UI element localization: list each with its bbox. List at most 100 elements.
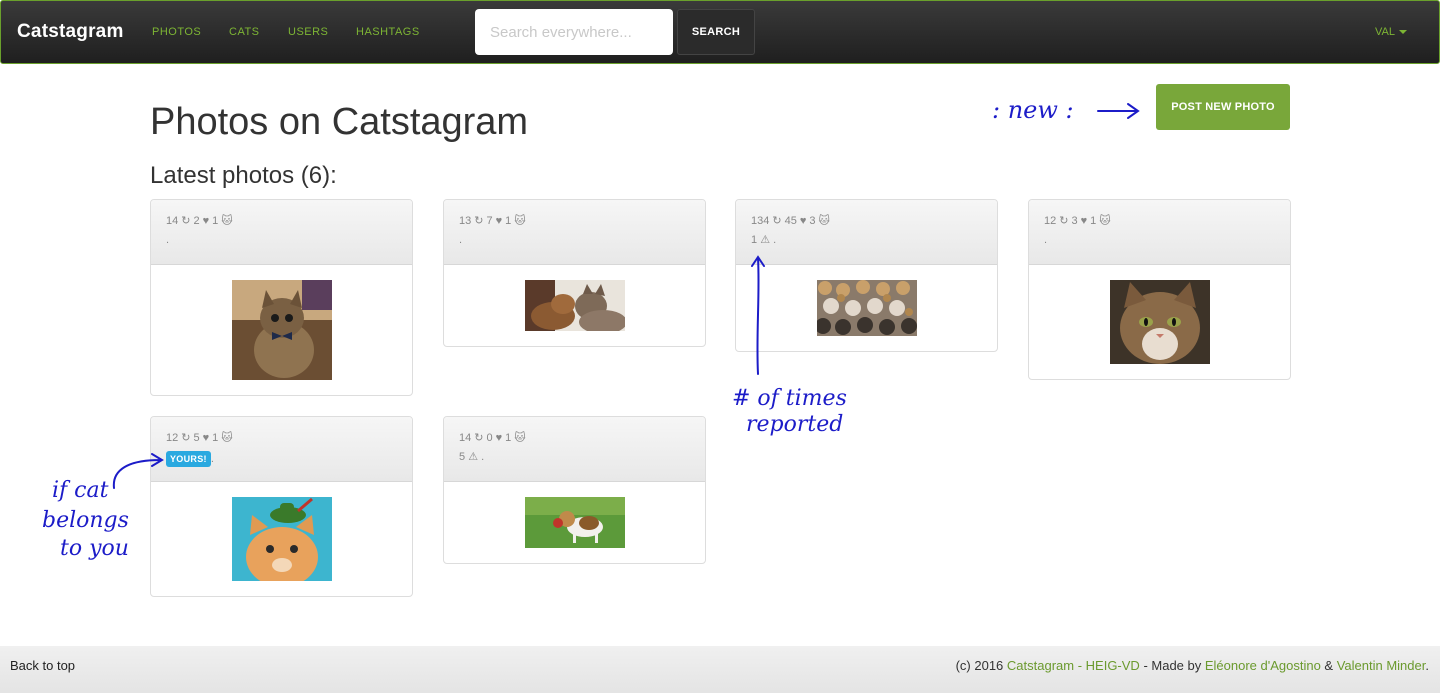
reports-count: 1 (751, 234, 758, 246)
views-count: 14 (459, 432, 472, 444)
shares-icon: ↻ (474, 432, 484, 444)
annotation-yours-line2: belongs (42, 508, 129, 533)
photo-stats: 12 ↻ 3 ♥ 1 🐱 (1044, 215, 1275, 227)
brand-logo[interactable]: Catstagram (17, 21, 124, 43)
shares-count: 0 (486, 432, 493, 444)
shares-icon: ↻ (181, 215, 191, 227)
arrow-right-icon (1097, 103, 1140, 119)
likes-count: 1 (1090, 215, 1097, 227)
shares-count: 2 (193, 215, 200, 227)
footer: Back to top (c) 2016 Catstagram - HEIG-V… (0, 646, 1440, 693)
warning-icon: ⚠ (760, 234, 771, 246)
two-cats-image[interactable] (524, 280, 625, 331)
nav-cats[interactable]: CATS (229, 26, 260, 38)
shares-icon: ↻ (474, 215, 484, 227)
likes-count: 1 (505, 432, 512, 444)
heart-icon: ♥ (495, 432, 503, 444)
heart-icon: ♥ (495, 215, 503, 227)
ownership-info: YOURS!. (166, 451, 397, 467)
photo-stats: 134 ↻ 45 ♥ 3 🐱 (751, 215, 982, 227)
photo-card-header: 13 ↻ 7 ♥ 1 🐱 . (444, 200, 705, 265)
shares-icon: ↻ (181, 432, 191, 444)
photo-card[interactable]: 14 ↻ 0 ♥ 1 🐱 5 ⚠ . (443, 416, 706, 564)
cat-icon: 🐱 (221, 432, 233, 444)
copyright-end: . (1425, 658, 1429, 673)
photo-card[interactable]: 134 ↻ 45 ♥ 3 🐱 1 ⚠ . (735, 199, 998, 352)
made-by-text: - Made by (1139, 658, 1205, 673)
user-name: VAL (1375, 26, 1395, 38)
warning-icon: ⚠ (468, 451, 479, 463)
views-count: 12 (166, 432, 179, 444)
annotation-yours-line1: if cat (52, 478, 109, 503)
reports-count: 5 (459, 451, 466, 463)
nav-photos[interactable]: PHOTOS (152, 26, 201, 38)
tabby-portrait-image[interactable] (1109, 280, 1210, 364)
author-link-1[interactable]: Eléonore d'Agostino (1205, 658, 1321, 673)
photo-card-header: 14 ↻ 0 ♥ 1 🐱 5 ⚠ . (444, 417, 705, 482)
author-link-2[interactable]: Valentin Minder (1337, 658, 1426, 673)
annotation-reported-line2: reported (746, 412, 844, 437)
navbar: Catstagram PHOTOS CATS USERS HASHTAGS SE… (0, 0, 1440, 64)
shares-icon: ↻ (1059, 215, 1069, 227)
photo-card-header: 14 ↻ 2 ♥ 1 🐱 . (151, 200, 412, 265)
cat-crowd-image[interactable] (816, 280, 917, 336)
annotation-new: : new : (992, 96, 1074, 124)
photo-card[interactable]: 12 ↻ 5 ♥ 1 🐱 YOURS!. (150, 416, 413, 597)
photo-stats: 14 ↻ 2 ♥ 1 🐱 (166, 215, 397, 227)
photo-caption: . (459, 234, 463, 246)
photo-caption: . (210, 453, 214, 465)
photo-card[interactable]: 14 ↻ 2 ♥ 1 🐱 . (150, 199, 413, 396)
photo-card-header: 12 ↻ 3 ♥ 1 🐱 . (1029, 200, 1290, 265)
photo-caption: . (1044, 234, 1048, 246)
photo-card-header: 12 ↻ 5 ♥ 1 🐱 YOURS!. (151, 417, 412, 482)
views-count: 134 (751, 215, 770, 227)
cat-hat-image[interactable] (231, 497, 332, 581)
back-to-top-link[interactable]: Back to top (10, 658, 75, 673)
cat-icon: 🐱 (221, 215, 233, 227)
cat-icon: 🐱 (1099, 215, 1111, 227)
yours-badge: YOURS! (166, 451, 211, 467)
curved-arrow-icon (112, 453, 164, 489)
post-new-photo-button[interactable]: POST NEW PHOTO (1156, 84, 1290, 130)
search-button[interactable]: SEARCH (677, 9, 755, 55)
heart-icon: ♥ (799, 215, 807, 227)
page-title: Photos on Catstagram (150, 101, 529, 143)
cat-icon: 🐱 (514, 432, 526, 444)
annotation-yours-line3: to you (60, 536, 129, 561)
photo-stats: 12 ↻ 5 ♥ 1 🐱 (166, 432, 397, 444)
heart-icon: ♥ (1080, 215, 1088, 227)
photo-card[interactable]: 13 ↻ 7 ♥ 1 🐱 . (443, 199, 706, 347)
copyright: (c) 2016 Catstagram - HEIG-VD - Made by … (956, 658, 1429, 673)
shares-count: 7 (486, 215, 493, 227)
copyright-prefix: (c) 2016 (955, 658, 1007, 673)
shares-count: 45 (784, 215, 797, 227)
nav-users[interactable]: USERS (288, 26, 328, 38)
photo-caption: . (481, 451, 485, 463)
report-info: 5 ⚠ . (459, 451, 690, 463)
likes-count: 1 (212, 432, 219, 444)
photo-stats: 14 ↻ 0 ♥ 1 🐱 (459, 432, 690, 444)
kitten-bowtie-image[interactable] (231, 280, 332, 380)
shares-count: 3 (1071, 215, 1078, 227)
cat-icon: 🐱 (818, 215, 830, 227)
search-input[interactable] (475, 9, 673, 55)
photo-card[interactable]: 12 ↻ 3 ♥ 1 🐱 . (1028, 199, 1291, 380)
photo-caption: . (773, 234, 777, 246)
arrow-up-icon (751, 255, 765, 375)
cat-icon: 🐱 (514, 215, 526, 227)
chevron-down-icon (1398, 30, 1407, 35)
heart-icon: ♥ (202, 215, 210, 227)
likes-count: 3 (809, 215, 816, 227)
shares-icon: ↻ (772, 215, 782, 227)
photo-stats: 13 ↻ 7 ♥ 1 🐱 (459, 215, 690, 227)
site-link[interactable]: Catstagram - HEIG-VD (1007, 658, 1140, 673)
shares-count: 5 (193, 432, 200, 444)
report-info: 1 ⚠ . (751, 234, 982, 246)
views-count: 12 (1044, 215, 1057, 227)
nav-hashtags[interactable]: HASHTAGS (356, 26, 420, 38)
annotation-reported-line1: # of times (732, 386, 847, 411)
photo-caption: . (166, 234, 170, 246)
beagle-puppy-image[interactable] (524, 497, 625, 548)
likes-count: 1 (212, 215, 219, 227)
user-menu[interactable]: VAL (1375, 26, 1407, 38)
